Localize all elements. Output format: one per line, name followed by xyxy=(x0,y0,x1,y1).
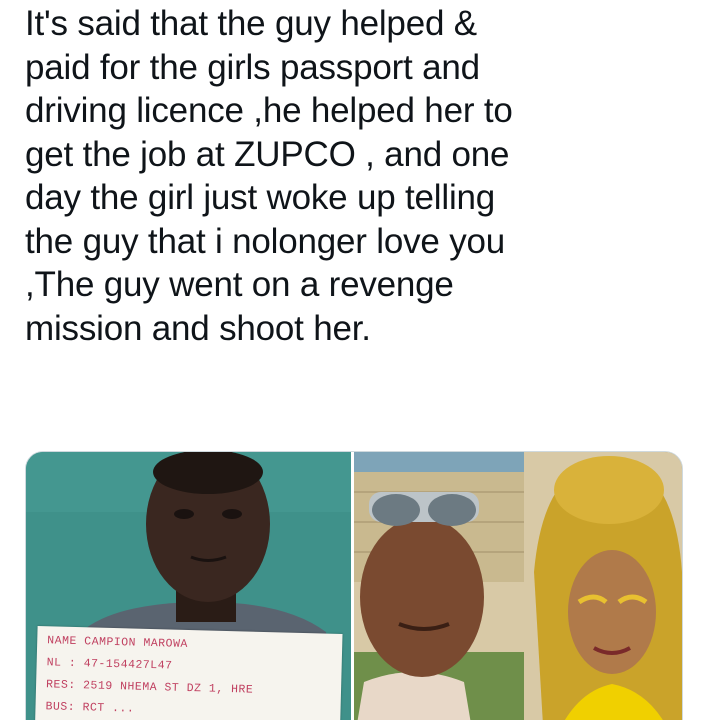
tweet-text-line: It's said that the guy helped & xyxy=(25,4,477,43)
tweet: It's said that the guy helped & paid for… xyxy=(0,0,720,720)
media-photo-right[interactable] xyxy=(354,452,682,720)
placard-line: NL : 47-154427L47 xyxy=(46,656,173,673)
tweet-text-line: driving licence ,he helped her to xyxy=(25,91,513,130)
tweet-text-line: the guy that i nolonger love you xyxy=(25,221,506,261)
media-photo-left[interactable]: NAME CAMPION MAROWA NL : 47-154427L47 RE… xyxy=(26,452,351,720)
placard-line: BUS: RCT ... xyxy=(45,700,135,716)
id-placard: NAME CAMPION MAROWA NL : 47-154427L47 RE… xyxy=(34,626,343,720)
placard-line: RES: 2519 NHEMA ST DZ 1, HRE xyxy=(45,678,254,697)
tweet-text-line: paid for the girls passport and xyxy=(25,47,480,87)
tweet-text: It's said that the guy helped & paid for… xyxy=(25,2,705,350)
tweet-media-grid: NAME CAMPION MAROWA NL : 47-154427L47 RE… xyxy=(25,451,683,720)
tweet-text-line: day the girl just woke up telling xyxy=(25,178,496,217)
placard-line: NAME CAMPION MAROWA xyxy=(47,634,188,651)
tweet-text-line: ,The guy went on a revenge xyxy=(25,265,454,304)
tweet-text-line: mission and shoot her. xyxy=(25,308,371,348)
tweet-text-line: get the job at ZUPCO , and one xyxy=(25,134,510,174)
couple-selfie-photo xyxy=(354,452,682,720)
